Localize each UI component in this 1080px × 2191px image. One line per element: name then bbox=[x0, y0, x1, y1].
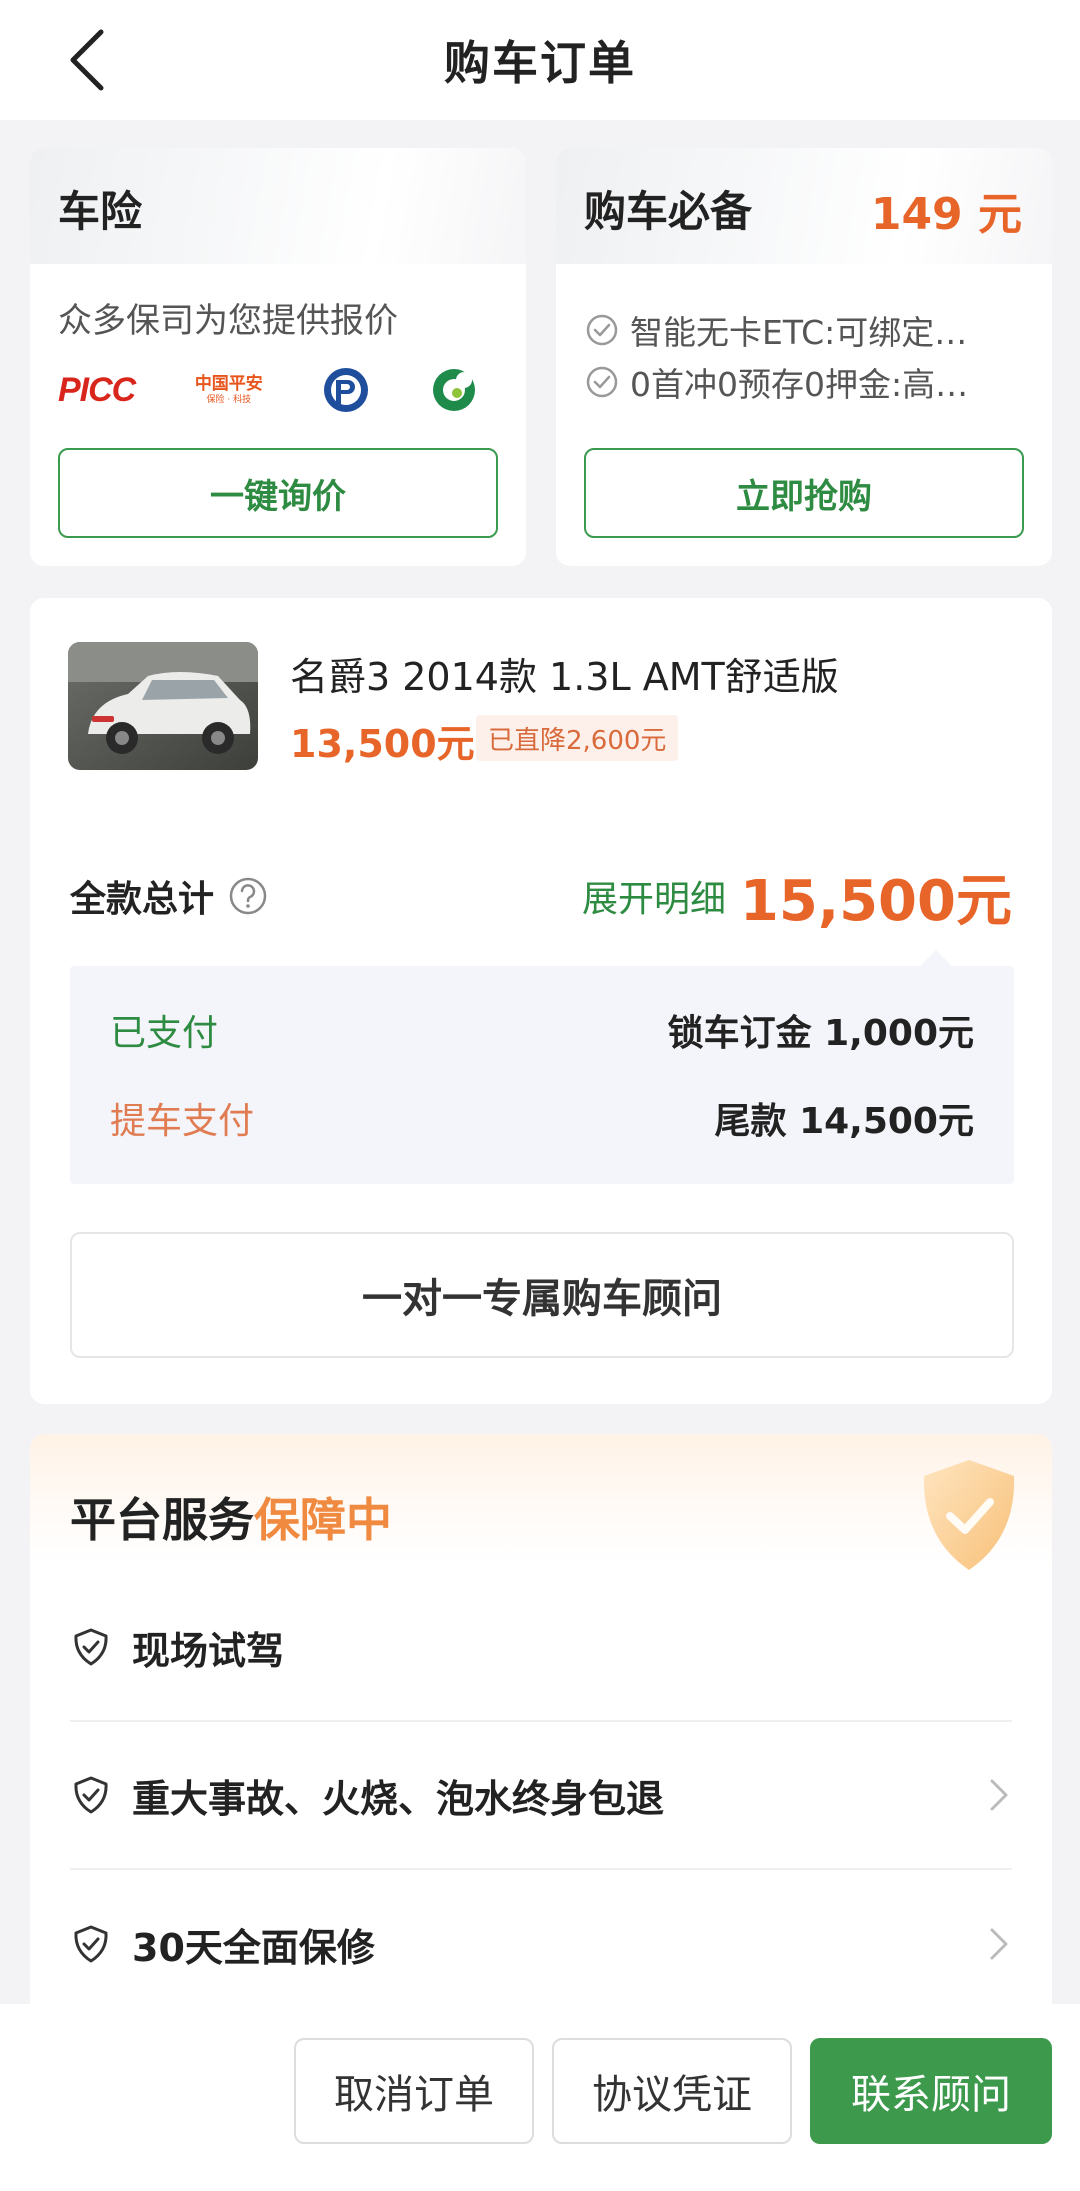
contact-advisor-button[interactable]: 联系顾问 bbox=[810, 2038, 1052, 2144]
advisor-button[interactable]: 一对一专属购车顾问 bbox=[70, 1232, 1014, 1358]
get-quote-button[interactable]: 一键询价 bbox=[58, 448, 498, 538]
buy-now-button[interactable]: 立即抢购 bbox=[584, 448, 1024, 538]
pickup-value: 尾款 14,500元 bbox=[714, 1101, 974, 1142]
paid-value: 锁车订金 1,000元 bbox=[667, 1013, 974, 1054]
pingan-logo: 中国平安 保险 · 科技 bbox=[194, 373, 263, 405]
shield-check-icon bbox=[74, 1628, 108, 1666]
car-price: 13,500元 bbox=[290, 722, 475, 766]
chinalife-logo-icon bbox=[432, 369, 475, 411]
top-nav-bar: 购车订单 bbox=[0, 0, 1080, 120]
pickup-payment-row: 提车支付 尾款 14,500元 bbox=[110, 1092, 974, 1144]
question-circle-icon[interactable] bbox=[228, 876, 268, 916]
paid-row: 已支付 锁车订金 1,000元 bbox=[110, 1004, 974, 1056]
pickup-label: 提车支付 bbox=[110, 1101, 255, 1142]
payment-breakdown: 已支付 锁车订金 1,000元 提车支付 尾款 14,500元 bbox=[70, 966, 1014, 1184]
car-essentials-card: 购车必备 149 元 智能无卡ETC:可绑定… 0首冲0预存0押金:高… 立即抢… bbox=[556, 148, 1052, 566]
car-model-name: 名爵3 2014款 1.3L AMT舒适版 bbox=[290, 655, 839, 699]
chevron-left-icon bbox=[70, 29, 104, 91]
check-circle-icon bbox=[586, 314, 618, 346]
service-item-warranty[interactable]: 30天全面保修 bbox=[70, 1870, 1012, 2018]
paid-label: 已支付 bbox=[110, 1013, 219, 1054]
car-photo-icon bbox=[68, 642, 258, 770]
essentials-title: 购车必备 bbox=[584, 187, 753, 236]
bottom-action-bar: 取消订单 协议凭证 联系顾问 bbox=[0, 2004, 1080, 2191]
picc-logo: PICC bbox=[58, 370, 136, 409]
service-item-return-guarantee[interactable]: 重大事故、火烧、泡水终身包退 bbox=[70, 1722, 1012, 1870]
cancel-order-button[interactable]: 取消订单 bbox=[294, 2038, 534, 2144]
chevron-right-icon bbox=[990, 1779, 1008, 1811]
chevron-right-icon bbox=[990, 1928, 1008, 1960]
shield-check-icon bbox=[74, 1776, 108, 1814]
page-title: 购车订单 bbox=[444, 36, 636, 90]
agreement-button[interactable]: 协议凭证 bbox=[552, 2038, 792, 2144]
insurance-subtitle: 众多保司为您提供报价 bbox=[58, 301, 398, 341]
discount-badge: 已直降2,600元 bbox=[476, 715, 679, 761]
essentials-price: 149 元 bbox=[870, 189, 1022, 240]
insurance-title: 车险 bbox=[58, 187, 143, 236]
shield-check-icon bbox=[923, 1460, 1015, 1570]
service-title: 平台服务保障中 bbox=[70, 1493, 392, 1547]
total-label: 全款总计 bbox=[70, 870, 268, 922]
insurer-logos: PICC 中国平安 保险 · 科技 bbox=[58, 360, 478, 420]
perk-item: 0首冲0预存0押金:高… bbox=[584, 358, 968, 406]
cpic-logo-icon bbox=[324, 368, 369, 412]
car-thumbnail[interactable] bbox=[68, 642, 258, 770]
order-card: 名爵3 2014款 1.3L AMT舒适版 13,500元 已直降2,600元 … bbox=[30, 598, 1052, 1404]
expand-details-link[interactable]: 展开明细 bbox=[582, 870, 726, 922]
insurance-card: 车险 众多保司为您提供报价 PICC 中国平安 保险 · 科技 一键询价 bbox=[30, 148, 526, 566]
shield-check-icon bbox=[74, 1925, 108, 1963]
back-button[interactable] bbox=[52, 22, 122, 98]
service-item-test-drive[interactable]: 现场试驾 bbox=[70, 1574, 1012, 1722]
total-price: 15,500元 bbox=[739, 869, 1012, 934]
check-circle-icon bbox=[586, 366, 618, 398]
perk-item: 智能无卡ETC:可绑定… bbox=[584, 306, 967, 354]
service-guarantee-card: 平台服务保障中 现场试驾 重大事故、火烧、泡水终身包退 30天全面保修 bbox=[30, 1434, 1052, 2034]
